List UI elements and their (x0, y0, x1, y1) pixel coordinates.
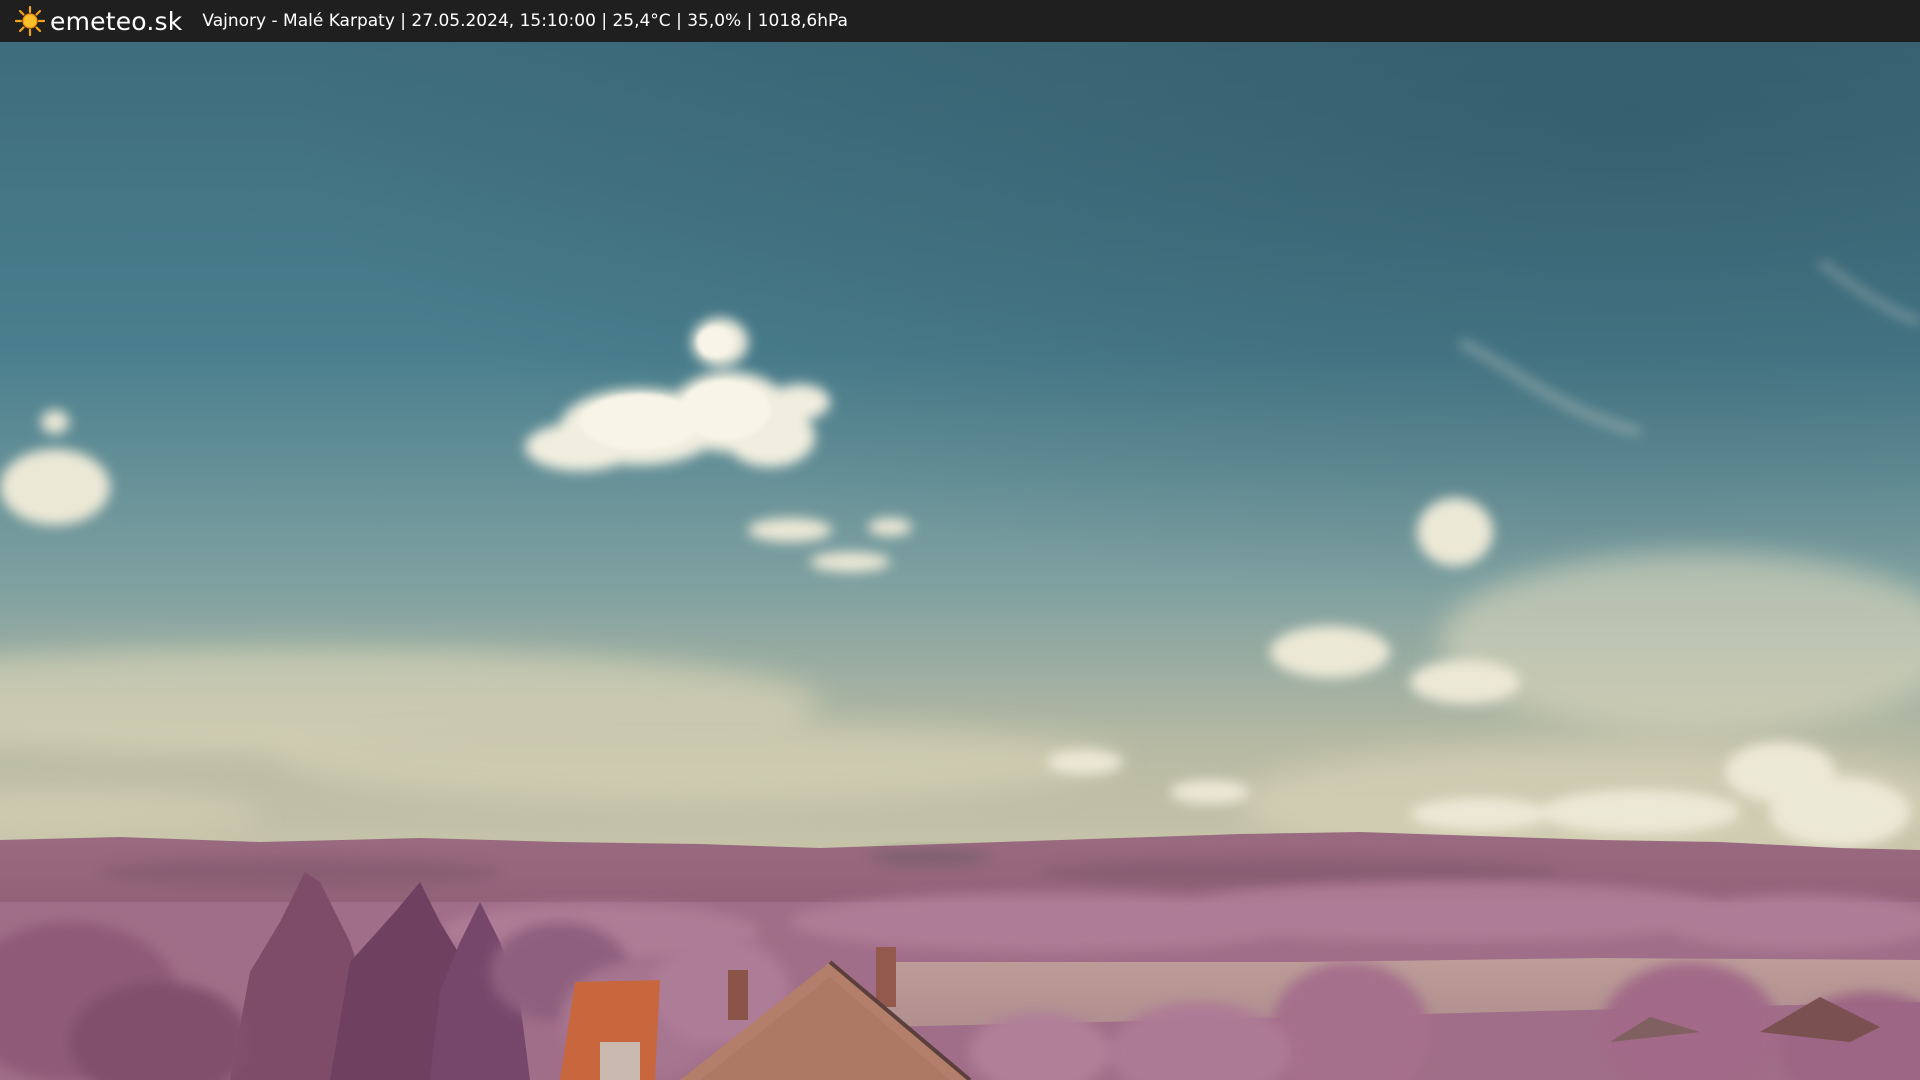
brand-title[interactable]: emeteo.sk (50, 7, 182, 36)
webcam-image (0, 42, 1920, 1080)
weather-info-text: Vajnory - Malé Karpaty | 27.05.2024, 15:… (202, 11, 848, 31)
top-bar: emeteo.sk Vajnory - Malé Karpaty | 27.05… (0, 0, 1920, 42)
house-roof-left (560, 980, 660, 1080)
webcam-scene (0, 42, 1920, 1080)
sun-icon (14, 5, 46, 37)
